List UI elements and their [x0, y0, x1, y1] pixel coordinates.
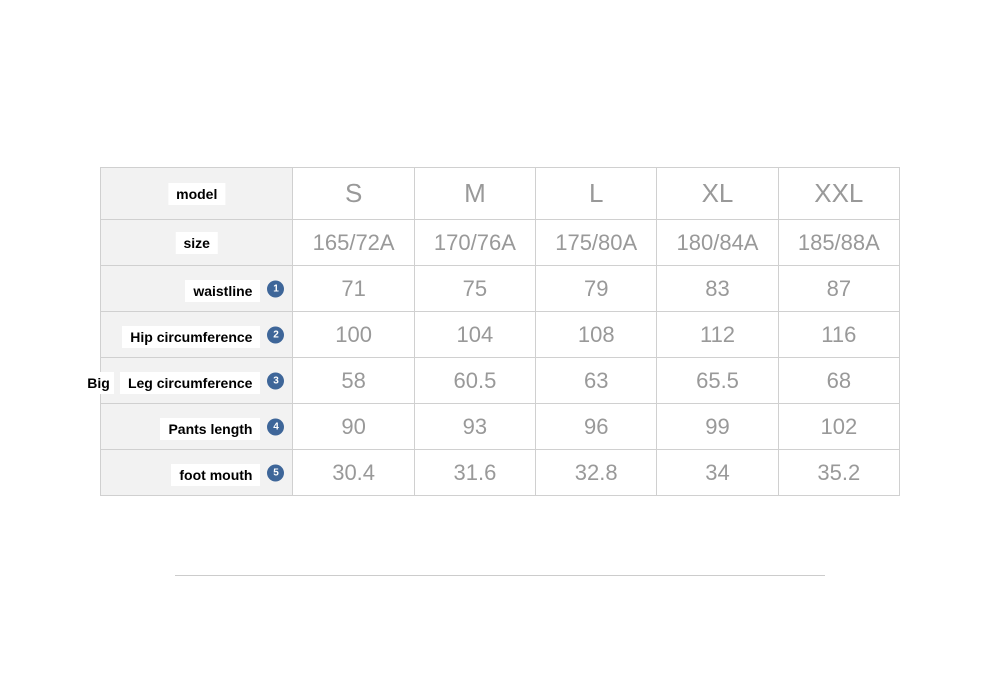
cell-hip-xxl: 116: [778, 312, 899, 358]
cell-hip-l: 108: [536, 312, 657, 358]
row-hip: Hip circumference 2 100 104 108 112 116: [101, 312, 900, 358]
label-pants: Pants length: [160, 418, 260, 440]
row-foot: foot mouth 5 30.4 31.6 32.8 34 35.2: [101, 450, 900, 496]
cell-waist-xxl: 87: [778, 266, 899, 312]
cell-leg-m: 60.5: [414, 358, 535, 404]
footer-divider: [175, 575, 825, 576]
label-foot: foot mouth: [171, 464, 260, 486]
cell-size-xxl: 185/88A: [778, 220, 899, 266]
cell-size-s: 165/72A: [293, 220, 414, 266]
cell-size-m: 170/76A: [414, 220, 535, 266]
cell-leg-xxl: 68: [778, 358, 899, 404]
label-bigleg: Leg circumference: [120, 372, 261, 394]
label-hip: Hip circumference: [122, 326, 260, 348]
cell-leg-l: 63: [536, 358, 657, 404]
row-bigleg: Big Leg circumference 3 58 60.5 63 65.5 …: [101, 358, 900, 404]
cell-waist-xl: 83: [657, 266, 778, 312]
cell-foot-xxl: 35.2: [778, 450, 899, 496]
row-waistline: waistline 1 71 75 79 83 87: [101, 266, 900, 312]
header-model: model: [101, 168, 293, 220]
cell-pants-xxl: 102: [778, 404, 899, 450]
header-foot: foot mouth 5: [101, 450, 293, 496]
label-size: size: [176, 232, 218, 254]
cell-foot-m: 31.6: [414, 450, 535, 496]
row-model: model S M L XL XXL: [101, 168, 900, 220]
cell-leg-xl: 65.5: [657, 358, 778, 404]
label-model: model: [168, 183, 225, 205]
badge-3-icon: 3: [267, 372, 284, 389]
cell-hip-s: 100: [293, 312, 414, 358]
cell-waist-l: 79: [536, 266, 657, 312]
cell-pants-l: 96: [536, 404, 657, 450]
cell-waist-s: 71: [293, 266, 414, 312]
cell-foot-xl: 34: [657, 450, 778, 496]
cell-size-l: 175/80A: [536, 220, 657, 266]
cell-foot-s: 30.4: [293, 450, 414, 496]
cell-leg-s: 58: [293, 358, 414, 404]
row-size: size 165/72A 170/76A 175/80A 180/84A 185…: [101, 220, 900, 266]
badge-5-icon: 5: [267, 464, 284, 481]
cell-hip-xl: 112: [657, 312, 778, 358]
header-size: size: [101, 220, 293, 266]
size-table: model S M L XL XXL size 165/72A 170/76A …: [100, 167, 900, 496]
header-pants: Pants length 4: [101, 404, 293, 450]
header-waistline: waistline 1: [101, 266, 293, 312]
cell-model-s: S: [293, 168, 414, 220]
cell-model-m: M: [414, 168, 535, 220]
header-hip: Hip circumference 2: [101, 312, 293, 358]
row-pants: Pants length 4 90 93 96 99 102: [101, 404, 900, 450]
cell-pants-s: 90: [293, 404, 414, 450]
cell-pants-xl: 99: [657, 404, 778, 450]
cell-waist-m: 75: [414, 266, 535, 312]
header-bigleg: Big Leg circumference 3: [101, 358, 293, 404]
cell-model-xl: XL: [657, 168, 778, 220]
badge-4-icon: 4: [267, 418, 284, 435]
cell-model-l: L: [536, 168, 657, 220]
cell-hip-m: 104: [414, 312, 535, 358]
label-waistline: waistline: [185, 280, 260, 302]
cell-model-xxl: XXL: [778, 168, 899, 220]
cell-foot-l: 32.8: [536, 450, 657, 496]
badge-1-icon: 1: [267, 280, 284, 297]
badge-2-icon: 2: [267, 326, 284, 343]
cell-pants-m: 93: [414, 404, 535, 450]
label-bigleg-prefix: Big: [83, 372, 114, 394]
size-table-container: model S M L XL XXL size 165/72A 170/76A …: [100, 167, 900, 496]
cell-size-xl: 180/84A: [657, 220, 778, 266]
